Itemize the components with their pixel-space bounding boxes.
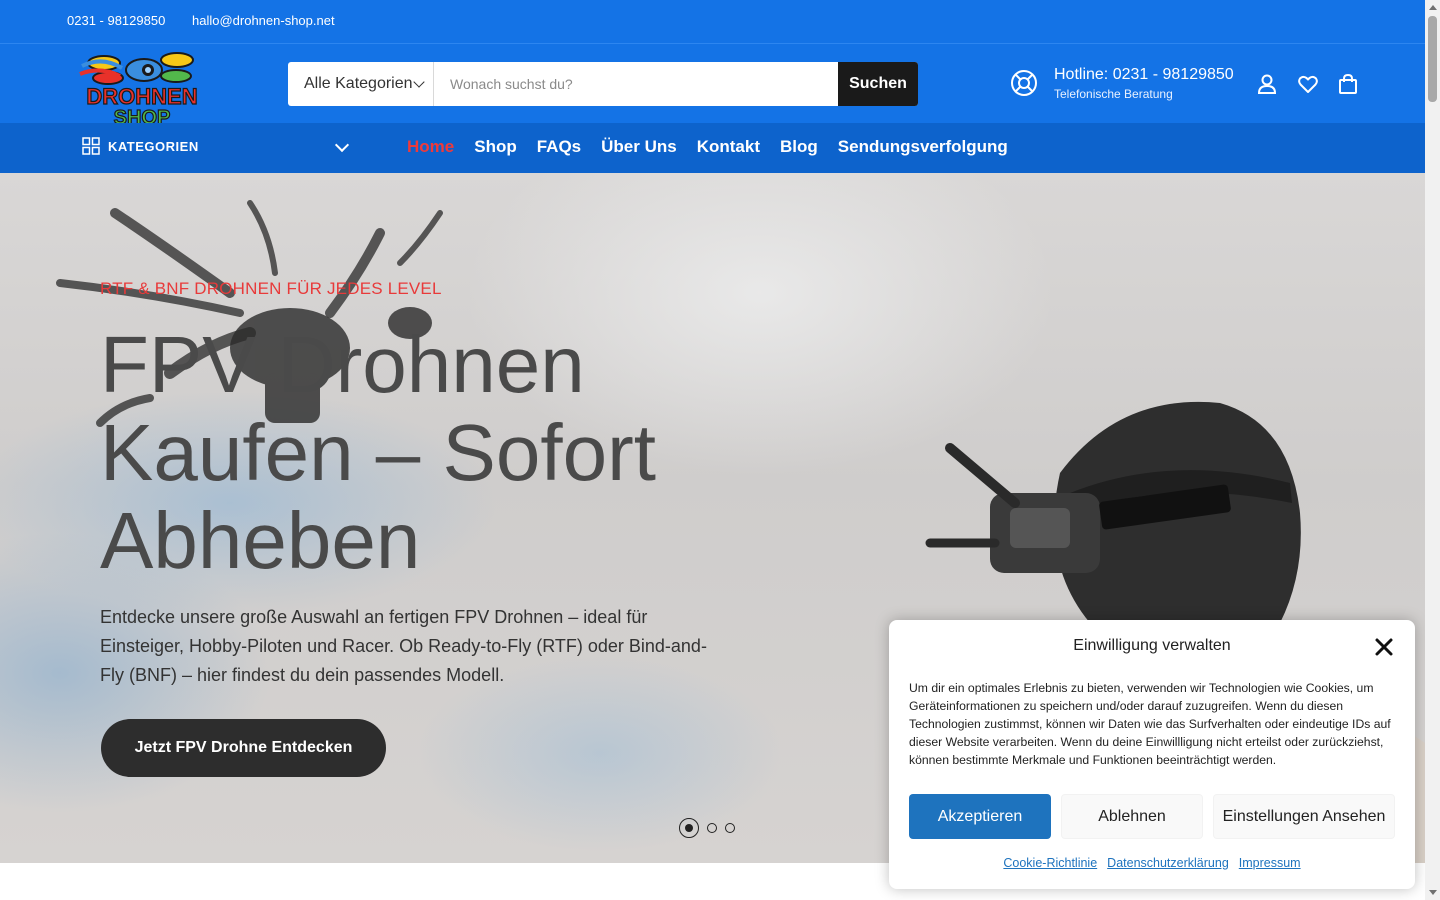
user-icon[interactable] [1256,73,1278,95]
cookie-dialog-text: Um dir ein optimales Erlebnis zu bieten,… [909,681,1391,767]
logo-text-drohnen: DROHNEN [86,84,197,109]
header: DROHNEN SHOP Alle Kategorien Suchen Hotl… [0,44,1425,128]
scroll-down-arrow-icon[interactable] [1429,890,1437,895]
slider-dot-3[interactable] [725,823,735,833]
cookie-policy-link[interactable]: Cookie-Richtlinie [1003,856,1097,870]
slider-dot-2[interactable] [707,823,717,833]
hero-title-line: Kaufen – Sofort [100,408,656,497]
topbar-email-link[interactable]: hallo@drohnen-shop.net [192,13,335,28]
scrollbar-thumb[interactable] [1428,16,1437,102]
hero-title-line: Abheben [100,496,421,585]
hero-title: FPV Drohnen Kaufen – Sofort Abheben [100,321,800,585]
slider-dot-1[interactable] [679,818,699,838]
close-icon[interactable] [1374,637,1394,657]
menu: Home Shop FAQs Über Uns Kontakt Blog Sen… [407,137,1008,157]
search-button[interactable]: Suchen [838,62,918,106]
slider-pagination [679,818,735,838]
nav-item-kontakt[interactable]: Kontakt [697,137,760,157]
lifebuoy-icon [1011,70,1037,96]
page-scrollbar[interactable] [1425,0,1440,900]
nav-item-shop[interactable]: Shop [474,137,517,157]
category-select-value: Alle Kategorien [304,75,413,92]
cookie-consent-dialog: Einwilligung verwalten Um dir ein optima… [889,620,1415,889]
hotline-title: Hotline: 0231 - 98129850 [1054,66,1234,83]
cta-button[interactable]: Jetzt FPV Drohne Entdecken [101,719,386,777]
nav-item-sendungsverfolgung[interactable]: Sendungsverfolgung [838,137,1008,157]
topbar-phone-link[interactable]: 0231 - 98129850 [67,13,165,28]
hero-description: Entdecke unsere große Auswahl an fertige… [100,607,707,685]
nav-item-home[interactable]: Home [407,137,454,157]
heart-icon[interactable] [1297,73,1319,95]
search-input[interactable] [434,62,838,106]
grid-icon [82,137,100,155]
scroll-up-arrow-icon[interactable] [1429,5,1437,10]
cookie-dialog-title: Einwilligung verwalten [1073,637,1231,654]
view-preferences-button[interactable]: Einstellungen Ansehen [1213,794,1395,839]
cookie-links: Cookie-Richtlinie Datenschutzerklärung I… [889,856,1415,870]
category-select[interactable]: Alle Kategorien [288,62,434,106]
main-navigation: KATEGORIEN Home Shop FAQs Über Uns Konta… [0,123,1425,173]
imprint-link[interactable]: Impressum [1239,856,1301,870]
privacy-policy-link[interactable]: Datenschutzerklärung [1107,856,1229,870]
categories-label: KATEGORIEN [108,138,199,154]
nav-item-faqs[interactable]: FAQs [537,137,581,157]
cookie-buttons: Akzeptieren Ablehnen Einstellungen Anseh… [909,794,1395,839]
nav-item-ueber-uns[interactable]: Über Uns [601,137,677,157]
drohnen-shop-logo[interactable]: DROHNEN SHOP [72,38,212,128]
chevron-down-icon[interactable] [334,137,350,153]
deny-button[interactable]: Ablehnen [1061,794,1203,839]
chevron-down-icon [413,76,425,88]
nav-item-blog[interactable]: Blog [780,137,818,157]
categories-toggle[interactable]: KATEGORIEN [82,137,199,155]
hotline[interactable]: Hotline: 0231 - 98129850 Telefonische Be… [1054,66,1234,101]
top-bar: 0231 - 98129850 hallo@drohnen-shop.net [0,0,1425,44]
shopping-bag-icon[interactable] [1337,73,1359,95]
hero-eyebrow: RTF & BNF DROHNEN FÜR JEDES LEVEL [100,279,442,298]
search-bar: Alle Kategorien Suchen [288,62,918,106]
page: 0231 - 98129850 hallo@drohnen-shop.net D… [0,0,1425,900]
hero-title-line: FPV Drohnen [100,320,585,409]
accept-button[interactable]: Akzeptieren [909,794,1051,839]
hotline-subtitle: Telefonische Beratung [1054,87,1173,101]
